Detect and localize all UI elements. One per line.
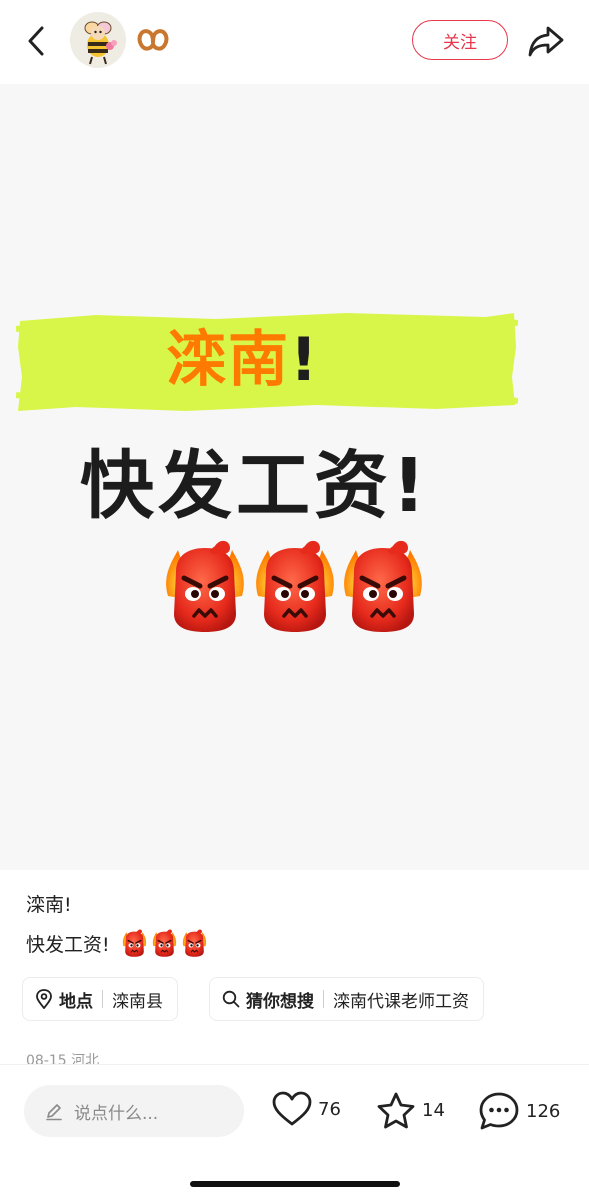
star-icon [377,1092,415,1129]
avatar[interactable] [70,12,126,68]
angry-face-icon [121,928,147,958]
comment-button[interactable]: 126 [478,1091,560,1131]
angry-face-icon [250,536,340,636]
headline-exclamation: ! [290,325,320,395]
home-indicator [190,1181,400,1187]
tag-key: 地点 [59,991,93,1012]
favorite-button[interactable]: 14 [376,1091,445,1129]
chat-bubble-icon [479,1092,519,1130]
headline-place: 滦南 [166,325,290,395]
comment-placeholder: 说点什么... [74,1103,159,1124]
angry-face-icon [338,536,428,636]
image-headline-2: 快发工资! [80,443,430,529]
search-icon [222,990,240,1008]
location-pin-icon [36,989,52,1009]
image-headline-1: 滦南! [166,320,319,400]
search-suggestion-tag[interactable]: 猜你想搜 滦南代课老师工资 [209,977,484,1021]
chevron-left-icon[interactable] [22,24,52,58]
angry-face-icon [160,536,250,636]
like-button[interactable]: 76 [272,1091,341,1127]
top-bar: 关注 [0,0,589,84]
tag-key: 猜你想搜 [246,991,314,1012]
follow-button[interactable]: 关注 [412,20,508,60]
share-icon[interactable] [526,22,566,60]
tag-divider [323,990,324,1008]
pretzel-icon [137,29,169,51]
tag-value: 滦南县 [112,991,163,1012]
comment-count: 126 [526,1100,561,1122]
tag-value: 滦南代课老师工资 [333,991,469,1012]
favorite-count: 14 [422,1099,445,1121]
angry-face-icon [181,928,207,958]
post-image[interactable]: 滦南! 快发工资! [0,84,589,870]
comment-input[interactable]: 说点什么... [24,1085,244,1137]
like-count: 76 [318,1098,341,1120]
heart-icon [272,1091,312,1126]
bottom-bar: 说点什么... 76 14 126 [0,1064,589,1201]
post-text-line-2: 快发工资! [26,928,209,958]
location-tag[interactable]: 地点 滦南县 [22,977,178,1021]
post-text-line-1: 滦南! [26,894,72,916]
pencil-icon [46,1104,62,1121]
post-text: 快发工资! [26,933,110,956]
tag-divider [102,990,103,1008]
angry-face-icon [151,928,177,958]
